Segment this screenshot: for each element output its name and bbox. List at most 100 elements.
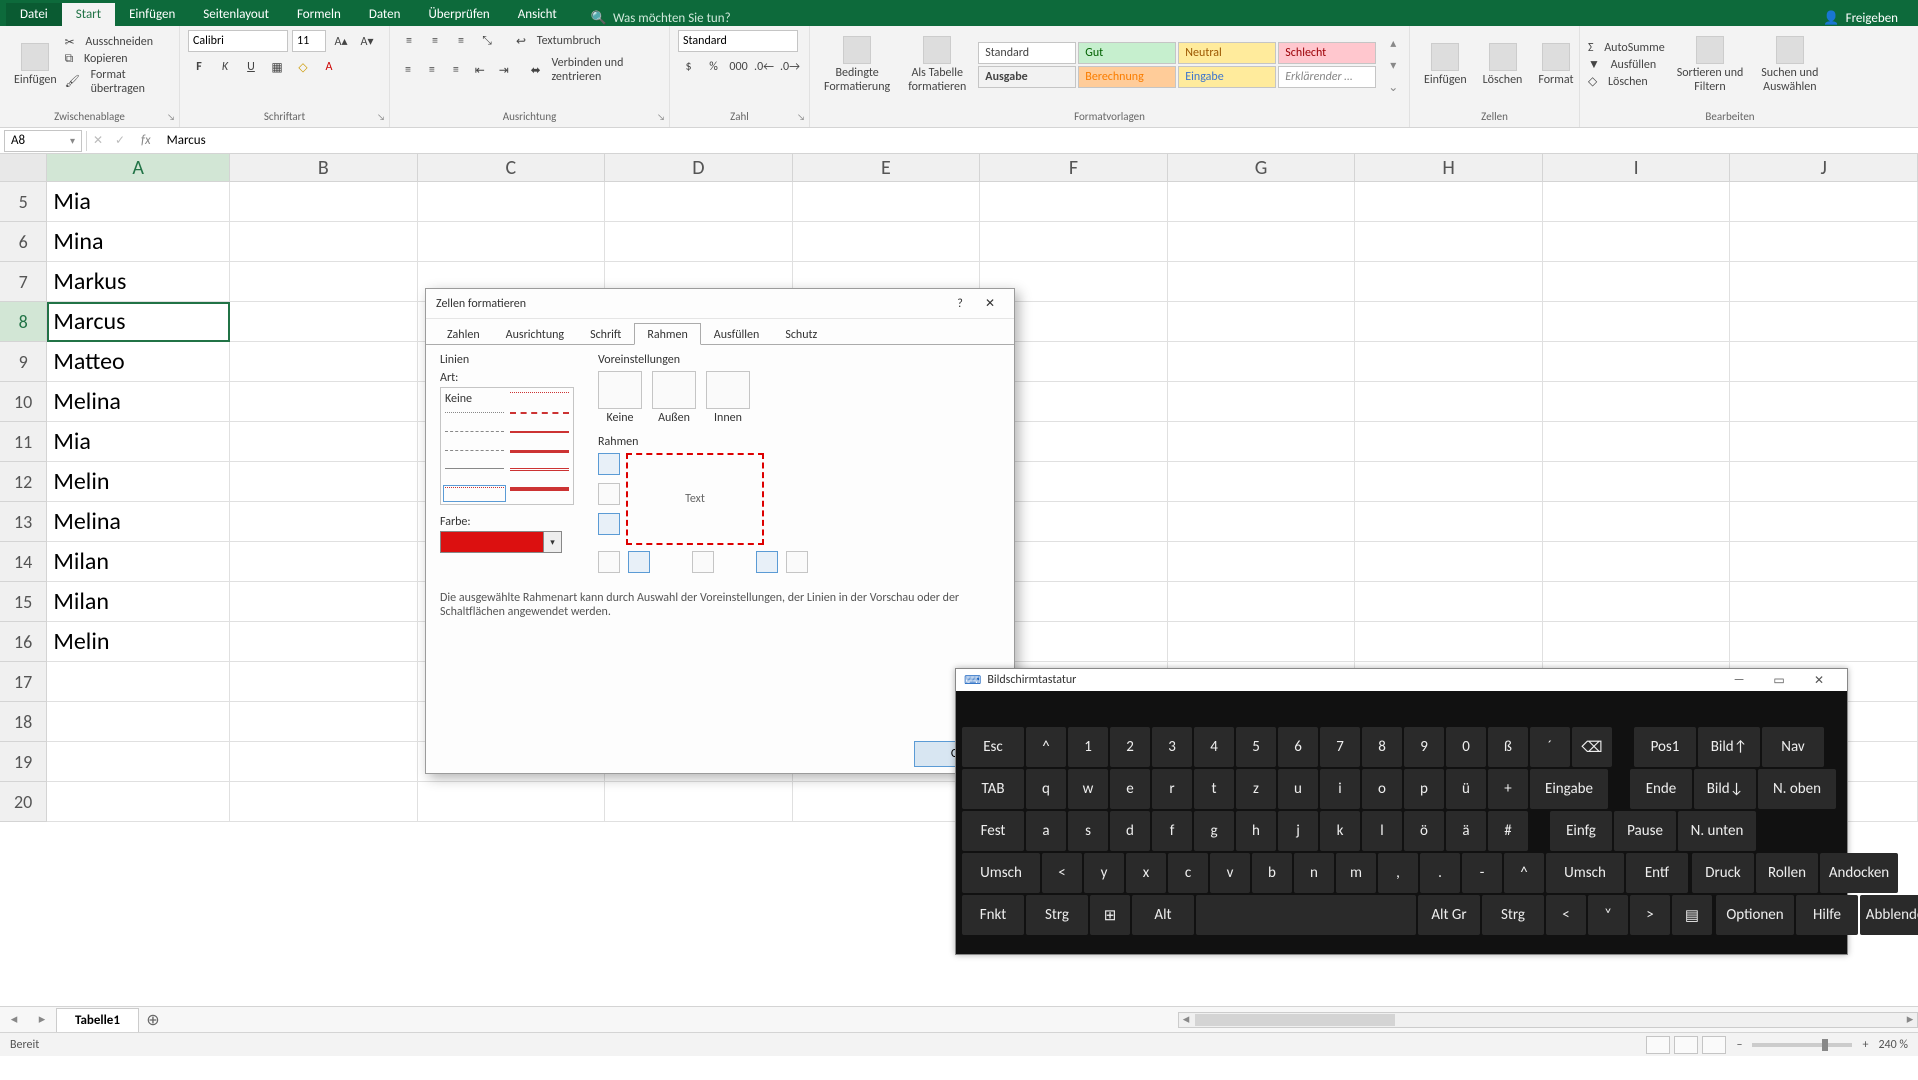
col-header-D[interactable]: D	[605, 154, 793, 181]
sheet-tab-1[interactable]: Tabelle1	[56, 1008, 139, 1032]
zoom-slider[interactable]	[1752, 1043, 1852, 1047]
osk-key[interactable]: ä	[1446, 811, 1486, 851]
align-center-button[interactable]: ≡	[422, 59, 442, 81]
style-erklaerend[interactable]: Erklärender …	[1278, 66, 1376, 88]
osk-key[interactable]: Alt	[1132, 895, 1194, 935]
osk-key[interactable]: ´	[1530, 727, 1570, 767]
conditional-fmt-button[interactable]: Bedingte Formatierung	[818, 34, 896, 96]
autosum-button[interactable]: Σ AutoSumme	[1588, 41, 1665, 55]
cell[interactable]	[1355, 582, 1543, 622]
cell[interactable]	[47, 782, 230, 822]
osk-maximize-button[interactable]: ▭	[1759, 673, 1799, 688]
cut-button[interactable]: ✂ Ausschneiden	[65, 35, 171, 50]
cell[interactable]	[47, 702, 230, 742]
cell[interactable]	[1543, 222, 1731, 262]
tab-formulas[interactable]: Formeln	[283, 3, 355, 26]
row-header[interactable]: 9	[0, 342, 47, 382]
border-bottom-button[interactable]	[598, 513, 620, 535]
cell[interactable]	[605, 782, 793, 822]
cell[interactable]	[1355, 302, 1543, 342]
osk-key[interactable]: c	[1168, 853, 1208, 893]
cell[interactable]	[230, 782, 418, 822]
col-header-A[interactable]: A	[47, 154, 230, 181]
osk-key[interactable]: ^	[1504, 853, 1544, 893]
osk-key[interactable]: a	[1026, 811, 1066, 851]
cell[interactable]	[230, 182, 418, 222]
osk-key[interactable]: f	[1152, 811, 1192, 851]
italic-button[interactable]: K	[214, 56, 236, 78]
border-diag2-button[interactable]	[786, 551, 808, 573]
styles-scroll-up[interactable]: ▴	[1382, 32, 1404, 54]
dtab-ausrichtung[interactable]: Ausrichtung	[493, 323, 577, 345]
border-preview[interactable]: Text	[626, 453, 764, 545]
cell[interactable]	[980, 182, 1168, 222]
share-button[interactable]: 👤 Freigeben	[1823, 11, 1898, 26]
cell[interactable]	[1355, 422, 1543, 462]
osk-key[interactable]: Hilfe	[1796, 895, 1858, 935]
dialog-launcher-icon[interactable]: ↘	[167, 112, 175, 123]
osk-key[interactable]: Andocken	[1820, 853, 1898, 893]
col-header-G[interactable]: G	[1168, 154, 1356, 181]
osk-key[interactable]: 4	[1194, 727, 1234, 767]
preset-inner[interactable]: Innen	[706, 371, 750, 425]
osk-key[interactable]: Rollen	[1756, 853, 1818, 893]
osk-key[interactable]: -	[1462, 853, 1502, 893]
copy-button[interactable]: ⧉ Kopieren	[65, 52, 171, 66]
cell[interactable]	[230, 622, 418, 662]
osk-key[interactable]: r	[1152, 769, 1192, 809]
tab-file[interactable]: Datei	[6, 3, 62, 26]
cell[interactable]	[1355, 502, 1543, 542]
view-pagelayout-button[interactable]	[1674, 1036, 1698, 1054]
indent-dec-button[interactable]: ⇤	[470, 59, 490, 81]
row-header[interactable]: 18	[0, 702, 47, 742]
osk-key[interactable]: Entf	[1626, 853, 1688, 893]
fx-icon[interactable]: fx	[131, 133, 161, 148]
clear-button[interactable]: ◇ Löschen	[1588, 74, 1665, 89]
osk-key[interactable]: 6	[1278, 727, 1318, 767]
osk-key[interactable]: Fnkt	[962, 895, 1024, 935]
cell[interactable]: Mia	[47, 182, 230, 222]
view-pagebreak-button[interactable]	[1702, 1036, 1726, 1054]
style-standard[interactable]: Standard	[978, 42, 1076, 64]
cell[interactable]	[1543, 582, 1731, 622]
osk-key[interactable]: n	[1294, 853, 1334, 893]
row-header[interactable]: 13	[0, 502, 47, 542]
osk-key[interactable]: m	[1336, 853, 1376, 893]
font-name-combo[interactable]	[188, 30, 288, 52]
cell[interactable]	[1168, 222, 1356, 262]
col-header-J[interactable]: J	[1730, 154, 1918, 181]
osk-key[interactable]: N. unten	[1678, 811, 1756, 851]
number-format-combo[interactable]	[678, 30, 798, 52]
cell[interactable]	[1730, 382, 1918, 422]
osk-key[interactable]: Einfg	[1550, 811, 1612, 851]
cell[interactable]	[230, 582, 418, 622]
cell[interactable]	[793, 782, 981, 822]
col-header-H[interactable]: H	[1355, 154, 1543, 181]
row-header[interactable]: 19	[0, 742, 47, 782]
cell[interactable]	[793, 182, 981, 222]
osk-key[interactable]: b	[1252, 853, 1292, 893]
cancel-formula-button[interactable]: ✕	[87, 130, 109, 152]
fmtpainter-button[interactable]: 🖌 Format übertragen	[65, 68, 171, 96]
name-box[interactable]: A8▾	[4, 130, 82, 152]
dtab-schrift[interactable]: Schrift	[577, 323, 634, 345]
scroll-right-icon[interactable]: ▸	[1903, 1012, 1917, 1027]
osk-key[interactable]: ,	[1378, 853, 1418, 893]
osk-key[interactable]: k	[1320, 811, 1360, 851]
osk-key[interactable]: 1	[1068, 727, 1108, 767]
cell[interactable]	[1168, 342, 1356, 382]
osk-key[interactable]: Bild↓	[1694, 769, 1756, 809]
osk-key[interactable]	[1196, 895, 1416, 935]
osk-key[interactable]: g	[1194, 811, 1234, 851]
col-header-C[interactable]: C	[418, 154, 606, 181]
style-schlecht[interactable]: Schlecht	[1278, 42, 1376, 64]
osk-key[interactable]: <	[1546, 895, 1586, 935]
osk-key[interactable]: ß	[1488, 727, 1528, 767]
row-header[interactable]: 15	[0, 582, 47, 622]
cells-delete-button[interactable]: Löschen	[1477, 41, 1529, 89]
tab-review[interactable]: Überprüfen	[414, 3, 503, 26]
row-header[interactable]: 11	[0, 422, 47, 462]
style-berechnung[interactable]: Berechnung	[1078, 66, 1176, 88]
osk-key[interactable]: u	[1278, 769, 1318, 809]
cell[interactable]	[230, 382, 418, 422]
